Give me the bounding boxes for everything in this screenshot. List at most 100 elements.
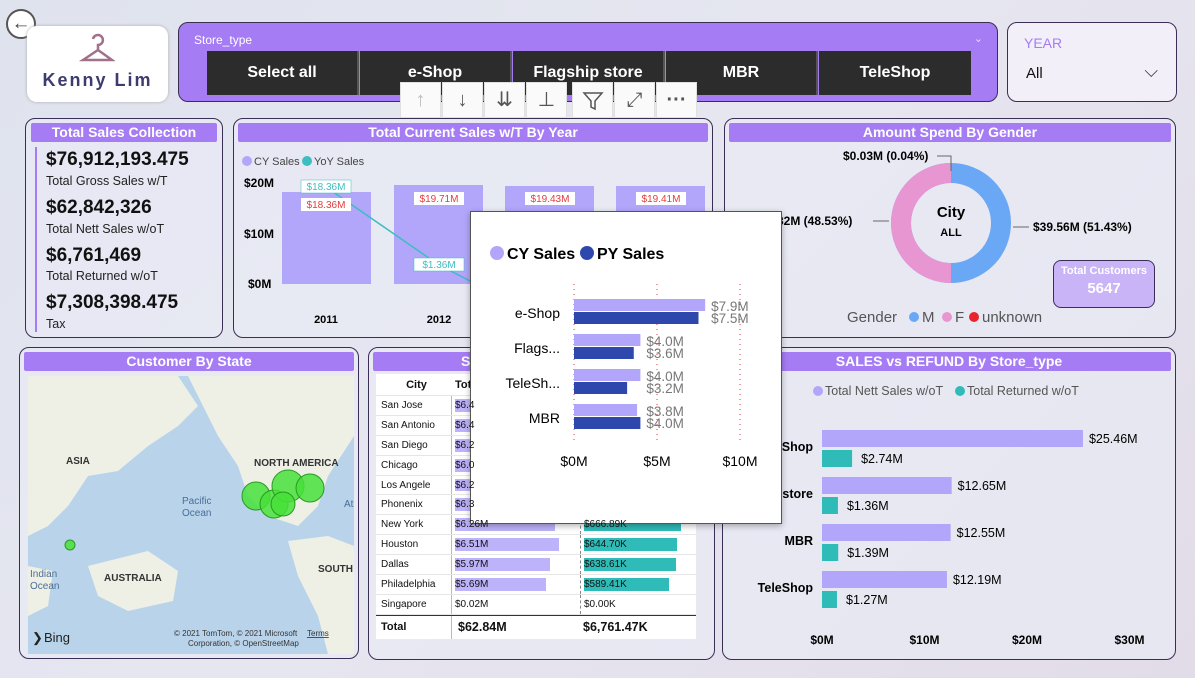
returned-bar[interactable] bbox=[822, 450, 853, 467]
cy-data-label: $19.41M bbox=[642, 194, 681, 205]
nett-data-label: $12.65M bbox=[958, 479, 1007, 493]
map-label: SOUTH bbox=[318, 564, 353, 575]
nett-value: $6.4 bbox=[455, 419, 475, 431]
city-cell: Los Angele bbox=[376, 475, 452, 495]
table-row[interactable]: Houston $6.51M $644.70K bbox=[376, 535, 696, 556]
x-tick: $5M bbox=[643, 453, 670, 469]
returned-bar[interactable] bbox=[822, 544, 839, 561]
returned-cell: $638.61K bbox=[580, 555, 696, 575]
chevron-down-icon[interactable]: ⌵ bbox=[1144, 61, 1158, 82]
category-label: Shop bbox=[782, 440, 814, 454]
year-slicer[interactable]: YEAR All ⌵ bbox=[1007, 22, 1177, 102]
legend-marker-returned bbox=[955, 386, 965, 396]
refund-title: SALES vs REFUND By Store_type bbox=[727, 352, 1171, 371]
donut-label-m: $39.56M (51.43%) bbox=[1033, 220, 1132, 234]
cy-bar[interactable] bbox=[574, 299, 706, 311]
returned-cell: $644.70K bbox=[580, 535, 696, 555]
chevron-down-icon[interactable]: ⌄ bbox=[974, 32, 983, 45]
table-row[interactable]: Singapore $0.02M $0.00K bbox=[376, 594, 696, 615]
table-row[interactable]: Dallas $5.97M $638.61K bbox=[376, 555, 696, 576]
returned-bar[interactable] bbox=[822, 497, 838, 514]
nett-value: $6.4 bbox=[455, 399, 475, 411]
legend-marker-py bbox=[580, 246, 594, 260]
city-cell: Chicago bbox=[376, 455, 452, 475]
py-bar[interactable] bbox=[574, 312, 699, 324]
header-city[interactable]: City bbox=[376, 374, 452, 395]
py-bar[interactable] bbox=[574, 417, 641, 429]
kpi-value: $7,308,398.475 bbox=[46, 292, 179, 313]
table-total-row: Total $62.84M $6,761.47K bbox=[376, 614, 696, 639]
nett-value: $6.3 bbox=[455, 499, 475, 511]
x-tick: 2012 bbox=[427, 314, 451, 326]
table-row[interactable]: Philadelphia $5.69M $589.41K bbox=[376, 575, 696, 595]
kpi-label: Total Nett Sales w/oT bbox=[46, 222, 165, 236]
gender-title: Amount Spend By Gender bbox=[729, 123, 1171, 142]
city-cell: Philadelphia bbox=[376, 575, 452, 594]
returned-cell: $589.41K bbox=[580, 575, 696, 594]
legend-returned: Total Returned w/oT bbox=[967, 384, 1079, 398]
store-option-teleshop[interactable]: TeleShop bbox=[819, 51, 971, 95]
nett-bar[interactable] bbox=[822, 571, 947, 588]
legend-title: Gender bbox=[847, 309, 897, 326]
x-tick: $10M bbox=[722, 453, 757, 469]
category-label: e-Shop bbox=[515, 305, 560, 321]
category-label: MBR bbox=[785, 534, 813, 548]
category-label: TeleShop bbox=[758, 581, 814, 595]
legend-cy: CY Sales bbox=[254, 156, 300, 168]
legend-m: M bbox=[922, 309, 935, 326]
map-bubble[interactable] bbox=[270, 491, 296, 517]
py-bar[interactable] bbox=[574, 347, 634, 359]
map-label: Ocean bbox=[182, 508, 211, 519]
cy-bar[interactable] bbox=[574, 334, 641, 346]
x-tick: $30M bbox=[1114, 633, 1144, 647]
focus-mode-icon[interactable]: ⤢ bbox=[614, 82, 655, 118]
expand-all-icon[interactable]: ⇊ bbox=[484, 82, 525, 118]
legend-cy: CY Sales bbox=[507, 246, 575, 263]
sort-ascending-icon[interactable]: ↑ bbox=[400, 82, 441, 118]
customer-map[interactable]: ASIA NORTH AMERICA Pacific Ocean Indian … bbox=[28, 376, 354, 654]
total-customers-label: Total Customers bbox=[1061, 265, 1147, 277]
nett-bar[interactable] bbox=[822, 430, 1083, 447]
drill-down-icon[interactable]: ⊥ bbox=[526, 82, 567, 118]
tooltip-chart: CY Sales PY Sales $0M $5M $10Me-Shop $7.9M$… bbox=[490, 246, 758, 469]
legend-marker-unknown bbox=[969, 312, 979, 322]
x-tick: $0M bbox=[810, 633, 833, 647]
nett-bar[interactable] bbox=[822, 524, 951, 541]
py-bar[interactable] bbox=[574, 382, 628, 394]
returned-data-label: $2.74M bbox=[861, 452, 903, 466]
x-tick: 2011 bbox=[314, 314, 338, 326]
map-copyright: © 2021 TomTom, © 2021 Microsoft bbox=[174, 629, 298, 638]
map-bubble[interactable] bbox=[295, 473, 325, 503]
map-bubble[interactable] bbox=[64, 539, 76, 551]
visual-toolbar: ↑ ↓ ⇊ ⊥ ⤢ ··· bbox=[400, 82, 697, 118]
terms-link[interactable]: Terms bbox=[307, 629, 329, 638]
nett-value: $6.2 bbox=[455, 479, 475, 491]
nett-value: $6.51M bbox=[455, 539, 489, 551]
filter-icon[interactable] bbox=[572, 82, 613, 118]
nett-bar[interactable] bbox=[822, 477, 952, 494]
sort-descending-icon[interactable]: ↓ bbox=[442, 82, 483, 118]
city-cell: New York bbox=[376, 515, 452, 535]
cy-bar[interactable] bbox=[574, 369, 641, 381]
legend-py: PY Sales bbox=[597, 246, 664, 263]
kpi-label: Tax bbox=[46, 317, 66, 331]
returned-data-label: $1.36M bbox=[847, 499, 889, 513]
cy-bar[interactable] bbox=[574, 404, 638, 416]
kpi-value: $6,761,469 bbox=[46, 245, 142, 266]
map-label: Pacific bbox=[182, 496, 211, 507]
kpi-accent-line bbox=[35, 147, 37, 332]
category-label: Flags... bbox=[514, 340, 560, 356]
nett-cell: $6.51M bbox=[452, 535, 580, 554]
returned-value: $638.61K bbox=[584, 559, 627, 571]
x-tick: $20M bbox=[1012, 633, 1042, 647]
legend-marker-m bbox=[909, 312, 919, 322]
total-customers-card: Total Customers 5647 bbox=[1053, 260, 1155, 308]
more-options-icon[interactable]: ··· bbox=[656, 82, 697, 118]
store-option-select-all[interactable]: Select all bbox=[207, 51, 359, 95]
city-cell: Singapore bbox=[376, 594, 452, 614]
map-label: ASIA bbox=[66, 456, 90, 467]
returned-value: $644.70K bbox=[584, 539, 627, 551]
nett-cell: $5.97M bbox=[452, 555, 580, 574]
donut-slice-f[interactable] bbox=[891, 163, 952, 283]
returned-bar[interactable] bbox=[822, 591, 838, 608]
